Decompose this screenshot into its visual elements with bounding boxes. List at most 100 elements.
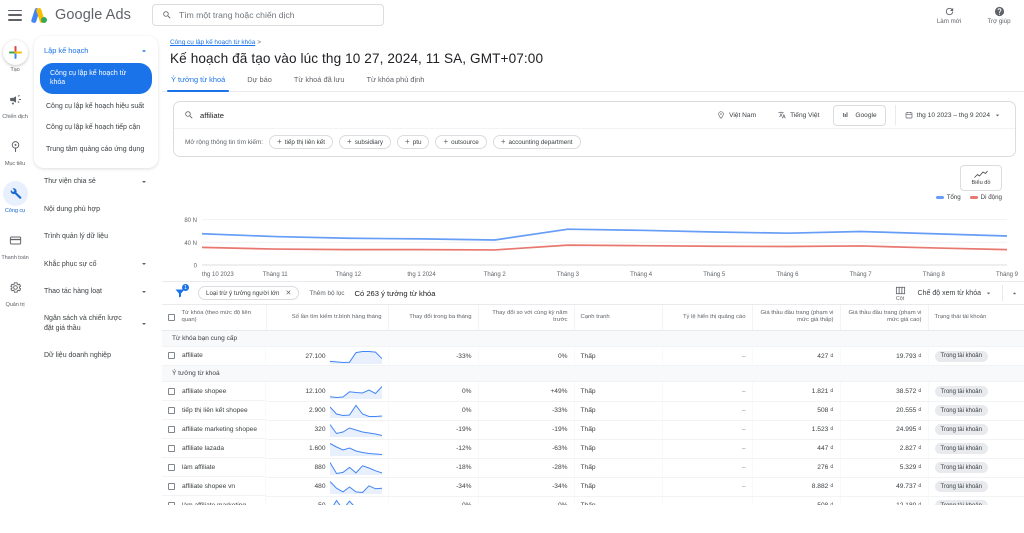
tab-keyword-ideas[interactable]: Ý tưởng từ khoá (166, 75, 230, 92)
tab-forecast[interactable]: Dự báo (247, 75, 272, 91)
cell-value: 20.555 ₫ (896, 407, 922, 415)
competition-cell: Thấp (574, 381, 663, 402)
tab-saved-keywords[interactable]: Từ khoá đã lưu (294, 75, 345, 91)
sidebar-item-data-manager[interactable]: Trình quản lý dữ liệu (30, 223, 162, 250)
rail-item-goals[interactable]: Mục tiêu (0, 134, 30, 167)
table-header-cell[interactable]: Trạng thái tài khoản (928, 305, 1024, 331)
chevron-down-icon (995, 114, 1000, 116)
row-checkbox[interactable] (168, 501, 175, 505)
row-checkbox[interactable] (168, 482, 175, 490)
svg-text:80 N: 80 N (184, 218, 197, 224)
table-row[interactable]: affiliate shopee vn 480 -34% -34% Thấp – 8.882… (162, 477, 1024, 497)
cell-value: -19% (456, 426, 472, 434)
row-checkbox[interactable] (168, 463, 175, 471)
date-range-selector[interactable]: thg 10 2023 – thg 9 2024 (894, 105, 1009, 125)
help-button[interactable]: Trợ giúp (982, 6, 1016, 25)
add-filter-button[interactable]: Thêm bộ lọc (309, 290, 344, 297)
top-bar-actions: Làm mới Trợ giúp (932, 6, 1024, 25)
view-mode-selector[interactable]: Chế độ xem từ khóa (918, 290, 992, 297)
row-checkbox[interactable] (168, 387, 175, 395)
yoy-change-cell: +49% (478, 381, 575, 402)
active-filter-chip[interactable]: Loại trừ ý tưởng người lớn ✕ (198, 286, 300, 300)
line-chart-icon (974, 170, 988, 178)
keyword-label: affiliate marketing shopee (182, 425, 258, 433)
row-checkbox[interactable] (168, 444, 175, 452)
refresh-button[interactable]: Làm mới (932, 6, 966, 25)
breadcrumb-link-keyword-planner[interactable]: Công cụ lập kế hoạch từ khóa (170, 39, 255, 46)
rail-item-billing[interactable]: Thanh toán (0, 228, 30, 261)
table-row[interactable]: làm affiliate 880 -18% -28% Thấp – 276 ₫ 5.329 … (162, 458, 1024, 478)
table-row[interactable]: affiliate shopee 12.100 0% +49% Thấp – 1.821 ₫… (162, 381, 1024, 402)
sidebar-item-app-ads-hub[interactable]: Trung tâm quảng cáo ứng dụng (34, 139, 158, 160)
sidebar-section-planning[interactable]: Lập kế hoạch (34, 40, 158, 61)
cell-value: Thấp (580, 464, 596, 472)
rail-item-campaigns[interactable]: Chiến dịch (0, 87, 30, 120)
search-volume-cell: 2.900 (266, 401, 389, 421)
columns-button[interactable]: Cột (895, 285, 906, 302)
expand-chip-2[interactable]: + ptu (397, 135, 430, 149)
sidebar-section-title: Lập kế hoạch (44, 46, 89, 55)
sidebar-item-reach-planner[interactable]: Công cụ lập kế hoạch tiếp cận (34, 117, 158, 138)
expand-chip-3[interactable]: + outsource (435, 135, 487, 149)
calendar-icon (905, 112, 912, 119)
sparkline-icon (329, 481, 382, 495)
table-row[interactable]: affiliate 27.100 -33% 0% Thấp – 427 ₫ 19.793 ₫ T… (162, 346, 1024, 367)
menu-hamburger-icon[interactable] (8, 9, 22, 21)
sidebar-item-troubleshooting[interactable]: Khắc phục sự cố (30, 251, 162, 278)
cell-value: -18% (456, 464, 472, 472)
impression-share-cell: – (662, 381, 753, 402)
table-row[interactable]: affiliate marketing shopee 320 -19% -19% Thấ… (162, 420, 1024, 440)
table-header-cell[interactable]: Số lần tìm kiếm tr.bình hàng tháng (266, 305, 389, 331)
expand-chip-4[interactable]: + accounting department (492, 135, 581, 149)
row-checkbox[interactable] (168, 352, 175, 360)
collapse-panel-button[interactable] (1002, 285, 1018, 301)
filter-button[interactable]: 1 (172, 284, 189, 301)
sparkline-icon (332, 499, 354, 505)
rail-item-admin[interactable]: Quản trị (0, 275, 30, 308)
sidebar-item-bulk-actions[interactable]: Thao tác hàng loạt (30, 278, 162, 305)
language-selector[interactable]: Tiếng Việt (770, 105, 827, 125)
sidebar-item-keyword-planner[interactable]: Công cụ lập kế hoạch từ khóa (40, 63, 152, 94)
expand-chip-1[interactable]: + subsidiary (339, 135, 392, 149)
sidebar-item-business-data[interactable]: Dữ liệu doanh nghiệp (30, 342, 162, 369)
sidebar-item-budgets-bidding[interactable]: Ngân sách và chiến lược đặt giá thầu (30, 305, 162, 342)
legend-item-mobile[interactable]: Di động (969, 194, 1002, 201)
rail-item-create[interactable]: Tạo (0, 40, 30, 73)
table-row[interactable]: affiliate lazada 1.600 -12% -63% Thấp – 447 ₫ 2… (162, 439, 1024, 459)
sidebar-item-shared-library[interactable]: Thư viện chia sẻ (30, 168, 162, 195)
table-row[interactable]: tiếp thị liên kết shopee 2.900 0% -33% Thấp –… (162, 401, 1024, 421)
table-header-cell[interactable]: Thay đổi so với cùng kỳ năm trước (478, 305, 575, 331)
keyword-table-scroll[interactable]: Từ khóa (theo mức độ liên quan) Số lần tì… (162, 305, 1024, 505)
row-checkbox[interactable] (168, 406, 175, 414)
cell-value: -33% (456, 352, 472, 360)
sidebar-item-relevant-content[interactable]: Nội dung phù hợp (30, 196, 162, 223)
table-header-cell[interactable]: Cạnh tranh (574, 305, 663, 331)
network-selector[interactable]: Google (833, 104, 886, 126)
table-header-cell[interactable]: Thay đổi trong ba tháng (388, 305, 479, 331)
search-term-input[interactable]: affiliate (200, 111, 703, 120)
location-selector[interactable]: Việt Nam (709, 105, 764, 125)
row-checkbox[interactable] (168, 425, 175, 433)
search-volume-cell: 880 (266, 458, 389, 478)
chart-type-button[interactable]: Biểu đồ (960, 165, 1002, 191)
select-all-checkbox[interactable] (168, 313, 175, 321)
remove-filter-icon[interactable]: ✕ (285, 289, 291, 297)
svg-text:thg 1 2024: thg 1 2024 (407, 272, 436, 278)
expand-chip-label: ptu (412, 138, 422, 146)
status-badge: Trong tài khoản (934, 481, 988, 493)
account-status-cell: Trong tài khoản (928, 420, 1024, 440)
legend-item-total[interactable]: Tổng (935, 194, 961, 201)
sidebar-item-performance-planner[interactable]: Công cụ lập kế hoạch hiệu suất (34, 96, 158, 117)
rail-item-tools[interactable]: Công cụ (0, 181, 30, 214)
table-header-cell[interactable]: Giá thầu đầu trang (phạm vi mức giá thấp… (752, 305, 841, 331)
tab-negative-keywords[interactable]: Từ khóa phủ định (366, 75, 424, 91)
rail-label-tools: Công cụ (4, 208, 26, 214)
table-header-cell[interactable]: Từ khóa (theo mức độ liên quan) (162, 305, 267, 331)
table-row[interactable]: làm affiliate marketing 50 0% 0% Thấp – 508 ₫ 1… (162, 496, 1024, 505)
cell-value: Thấp (580, 407, 596, 415)
global-search-input[interactable]: Tìm một trang hoặc chiến dịch (151, 4, 384, 26)
table-header-cell[interactable]: Giá thầu đầu trang (phạm vi mức giá cao) (840, 305, 929, 331)
expand-chip-0[interactable]: + tiếp thị liên kết (269, 135, 334, 149)
table-header-cell[interactable]: Tỷ lệ hiển thị quảng cáo (662, 305, 753, 331)
plus-icon: + (443, 137, 449, 146)
